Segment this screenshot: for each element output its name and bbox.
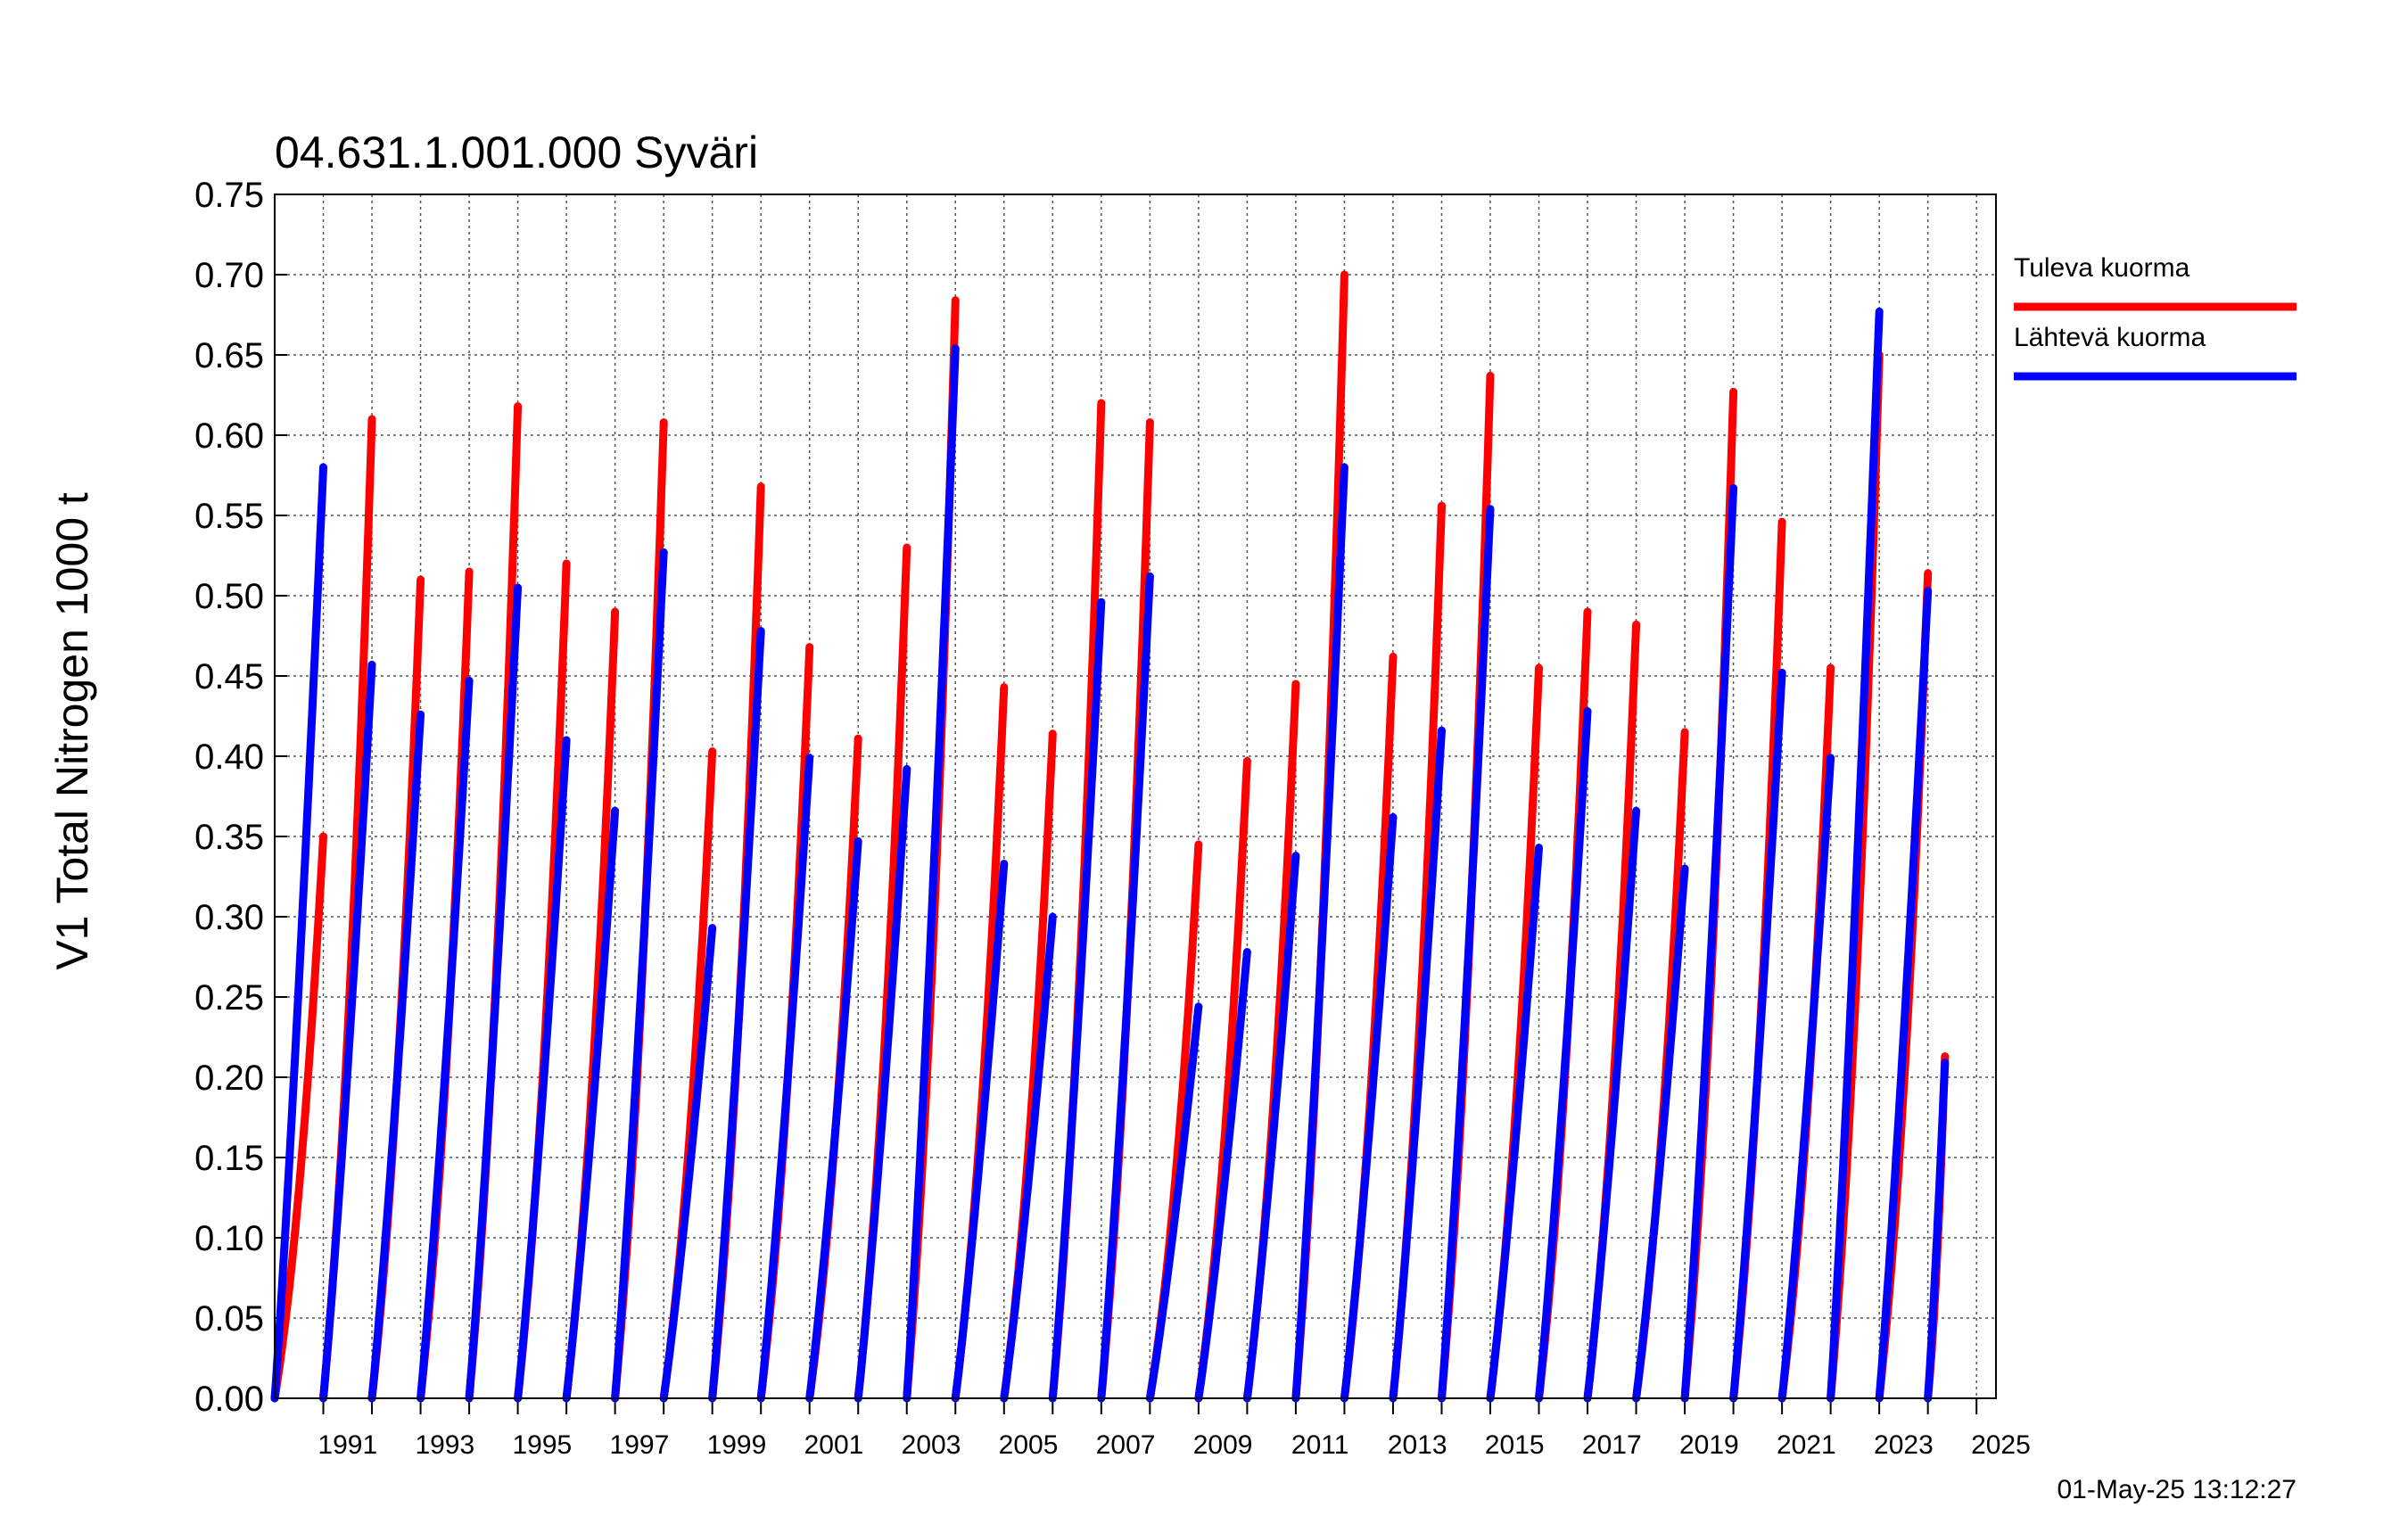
y-tick-label: 0.10: [194, 1219, 264, 1258]
y-axis-label: V1 Total Nitrogen 1000 t: [47, 492, 97, 970]
year-curve: [659, 747, 717, 1403]
y-tick-label: 0.55: [194, 497, 264, 536]
year-curve: [659, 924, 717, 1403]
legend-label: Lähtevä kuorma: [2014, 323, 2206, 352]
year-curve: [708, 627, 765, 1403]
legend: Tuleva kuorma Lähtevä kuorma: [2014, 253, 2297, 381]
year-curve: [1340, 812, 1398, 1403]
year-curve: [951, 683, 1009, 1403]
x-tick-label: 2017: [1582, 1430, 1642, 1460]
x-tick-label: 2001: [804, 1430, 864, 1460]
year-curve: [367, 710, 425, 1403]
y-tick-label: 0.40: [194, 737, 264, 777]
y-tick-label: 0.20: [194, 1059, 264, 1098]
year-curve: [854, 543, 911, 1403]
x-tick-label: 1997: [610, 1430, 670, 1460]
year-curve: [1438, 505, 1495, 1403]
x-tick-label: 2023: [1874, 1430, 1934, 1460]
year-curve: [1389, 726, 1446, 1403]
year-curve: [1242, 852, 1300, 1403]
year-curve: [903, 344, 960, 1403]
y-tick-label: 0.50: [194, 577, 264, 616]
year-curve: [1048, 597, 1106, 1403]
year-curve: [1583, 806, 1641, 1403]
year-curve: [1924, 1059, 1950, 1403]
x-tick-label: 2021: [1777, 1430, 1836, 1460]
x-tick-label: 2013: [1388, 1430, 1447, 1460]
year-curve: [1827, 307, 1884, 1403]
year-curve: [1145, 1002, 1203, 1403]
year-curve: [805, 836, 862, 1403]
x-tick-label: 2015: [1485, 1430, 1545, 1460]
x-tick-label: 2025: [1971, 1430, 2031, 1460]
year-curve: [1729, 668, 1786, 1403]
year-curve: [416, 676, 474, 1403]
year-curve: [1875, 587, 1933, 1403]
y-axis-ticks: 0.00 0.05 0.10 0.15 0.20 0.25 0.30 0.35 0.40 0.45…: [194, 176, 287, 1419]
year-curve: [1486, 844, 1543, 1403]
chart: 04.631.1.001.000 Syväri V1 Total Nitroge…: [47, 128, 2297, 1504]
x-axis-ticks: 1991 1993 1995 1997 1999 2001 2003 2005 2007 2009…: [317, 1398, 2031, 1460]
timestamp: 01-May-25 13:12:27: [2057, 1475, 2297, 1504]
x-tick-label: 1991: [317, 1430, 377, 1460]
year-curve: [1242, 680, 1300, 1403]
y-tick-label: 0.30: [194, 898, 264, 937]
year-curve: [562, 806, 620, 1403]
year-curve: [756, 754, 814, 1403]
year-curve: [514, 736, 571, 1403]
year-curve: [951, 860, 1009, 1403]
x-tick-label: 1993: [415, 1430, 474, 1460]
y-tick-label: 0.25: [194, 978, 264, 1018]
x-tick-label: 2019: [1679, 1430, 1739, 1460]
x-tick-label: 2003: [902, 1430, 961, 1460]
year-curve: [611, 548, 668, 1403]
x-tick-label: 2009: [1193, 1430, 1253, 1460]
y-tick-label: 0.60: [194, 416, 264, 456]
x-tick-label: 1999: [707, 1430, 767, 1460]
y-tick-label: 0.15: [194, 1139, 264, 1178]
year-curve: [1535, 707, 1592, 1403]
year-curve: [1097, 572, 1154, 1403]
x-tick-label: 2007: [1096, 1430, 1156, 1460]
legend-label: Tuleva kuorma: [2014, 253, 2190, 283]
year-curve: [1000, 912, 1057, 1403]
year-curve: [1632, 864, 1689, 1403]
y-tick-label: 0.70: [194, 256, 264, 295]
year-curve: [1583, 620, 1641, 1403]
year-curve: [319, 415, 376, 1403]
x-tick-label: 2005: [999, 1430, 1059, 1460]
year-curve: [1486, 663, 1543, 1403]
y-tick-label: 0.65: [194, 336, 264, 375]
year-curve: [1389, 501, 1446, 1403]
year-curve: [1194, 948, 1251, 1403]
y-tick-label: 0.00: [194, 1380, 264, 1419]
series-lahteva-kuorma: [270, 307, 1950, 1403]
year-curve: [1777, 754, 1835, 1403]
year-curve: [319, 660, 376, 1403]
y-tick-label: 0.05: [194, 1299, 264, 1339]
year-curve: [1680, 483, 1738, 1403]
y-tick-label: 0.35: [194, 818, 264, 857]
year-curve: [465, 583, 523, 1403]
year-curve: [562, 607, 620, 1403]
x-tick-label: 2011: [1291, 1430, 1349, 1460]
x-tick-label: 1995: [512, 1430, 572, 1460]
year-curve: [854, 764, 911, 1403]
year-curve: [1145, 840, 1203, 1403]
year-curve: [1194, 756, 1251, 1403]
year-curve: [1291, 463, 1348, 1403]
year-curve: [1000, 729, 1057, 1403]
y-tick-label: 0.45: [194, 657, 264, 696]
y-tick-label: 0.75: [194, 176, 264, 215]
chart-title: 04.631.1.001.000 Syväri: [275, 128, 758, 177]
